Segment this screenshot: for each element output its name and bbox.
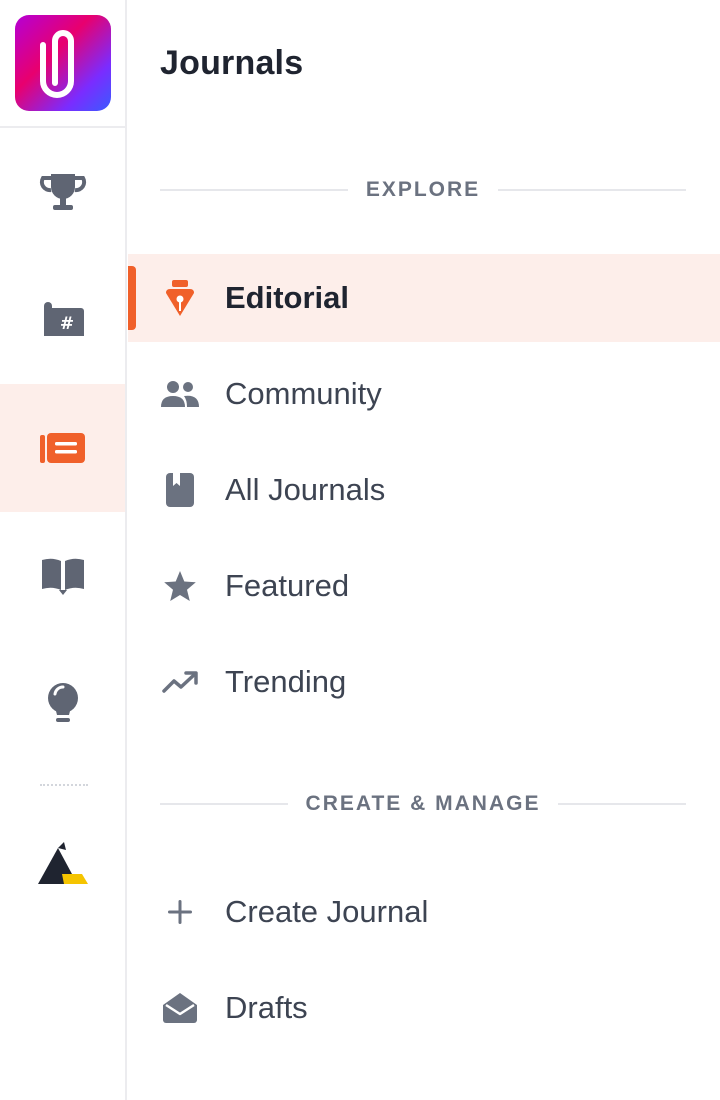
page-title: Journals [160, 44, 304, 82]
book-icon [160, 470, 200, 510]
plus-icon [160, 892, 200, 932]
rail-item-library[interactable] [0, 512, 125, 640]
nav-item-label: All Journals [225, 472, 386, 507]
nav-item-label: Editorial [225, 280, 350, 315]
rail-item-awards[interactable] [0, 128, 125, 256]
logo-container [0, 0, 125, 128]
divider-line [160, 803, 288, 805]
nav-item-label: Trending [225, 664, 347, 699]
people-icon [160, 374, 200, 414]
divider-line [558, 803, 687, 805]
nav-item-community[interactable]: Community [128, 350, 720, 438]
star-icon [160, 566, 200, 606]
rail-item-topics[interactable]: # [0, 256, 125, 384]
manage-heading: CREATE & MANAGE [305, 792, 541, 815]
rail-item-ideas[interactable] [0, 640, 125, 768]
nav-item-trending[interactable]: Trending [128, 638, 720, 726]
divider-line [160, 189, 348, 191]
paperclip-icon [39, 30, 74, 98]
journals-panel: Journals EXPLORE Editorial Community All… [128, 0, 720, 1100]
nav-item-all-journals[interactable]: All Journals [128, 446, 720, 534]
rail-item-brand[interactable] [0, 800, 125, 928]
nav-item-label: Drafts [225, 990, 308, 1025]
nav-item-label: Community [225, 376, 382, 411]
newspaper-icon [39, 433, 85, 463]
app-rail: # [0, 0, 127, 1100]
brand-triangle-icon [37, 842, 88, 884]
nav-item-create-journal[interactable]: Create Journal [128, 868, 720, 956]
hashtag-board-icon: # [43, 302, 84, 336]
nav-item-editorial[interactable]: Editorial [128, 254, 720, 342]
pen-nib-icon [160, 278, 200, 318]
rail-item-journals[interactable] [0, 384, 125, 512]
lightbulb-icon [47, 683, 78, 722]
envelope-open-icon [160, 988, 200, 1028]
divider-line [498, 189, 687, 191]
svg-text:#: # [59, 314, 73, 334]
open-book-icon [41, 558, 84, 595]
nav-item-label: Featured [225, 568, 350, 603]
explore-section-header: EXPLORE [160, 178, 687, 202]
app-logo[interactable] [14, 15, 111, 111]
manage-section-header: CREATE & MANAGE [160, 792, 687, 816]
rail-divider [40, 784, 88, 786]
active-indicator [128, 266, 136, 330]
trophy-icon [39, 174, 86, 210]
nav-item-featured[interactable]: Featured [128, 542, 720, 630]
trending-icon [160, 662, 200, 702]
explore-heading: EXPLORE [365, 178, 481, 201]
nav-item-drafts[interactable]: Drafts [128, 964, 720, 1052]
nav-item-label: Create Journal [225, 894, 429, 929]
